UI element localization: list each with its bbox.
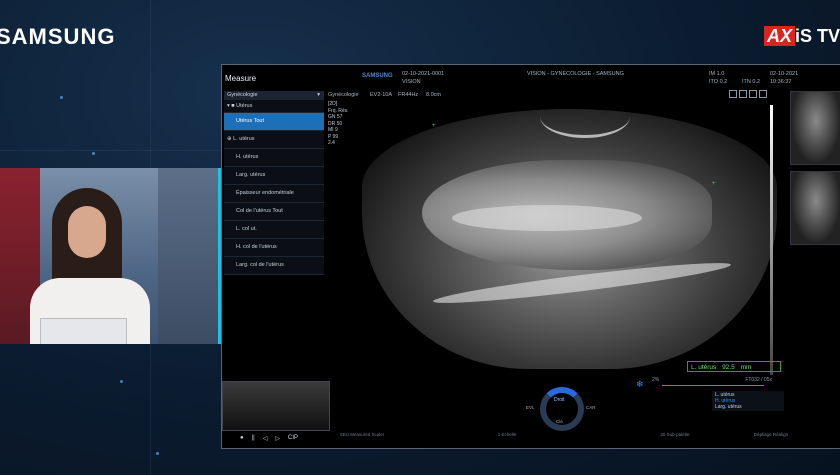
legend-item: Larg. utérus bbox=[715, 404, 742, 410]
menu-item-uterus-height[interactable]: H. utérus bbox=[224, 149, 324, 167]
menu-item-cervix-width[interactable]: Larg. col de l'utérus bbox=[224, 257, 324, 275]
ultrasound-screen: Measure SAMSUNG 02-10-2021-0001 VISION V… bbox=[221, 64, 840, 449]
menu-item-cervix-length[interactable]: L. col ut. bbox=[224, 221, 324, 239]
menu-item-uterus-width[interactable]: Larg. utérus bbox=[224, 167, 324, 185]
preset-dropdown-value: Gynécologie bbox=[227, 92, 258, 98]
thumbnail-image[interactable] bbox=[790, 91, 840, 165]
preset-label: Gynécologie bbox=[328, 92, 359, 98]
caliper-marker[interactable]: + bbox=[432, 123, 438, 129]
menu-item-endometrial-thickness[interactable]: Épaisseur endométriale bbox=[224, 185, 324, 203]
menu-item-cervix-height[interactable]: H. col de l'utérus bbox=[224, 239, 324, 257]
menu-item-uterus-length[interactable]: ⊕ L. utérus bbox=[224, 131, 324, 149]
im-value: IM 1.0 bbox=[709, 71, 725, 77]
menu-item-uterus-all[interactable]: Utérus Tout bbox=[224, 113, 324, 131]
tgc-left-label: 2% bbox=[652, 377, 660, 383]
background-dot bbox=[92, 152, 95, 155]
tgc-right-label: FT032 / 05x bbox=[745, 377, 772, 383]
thumbnail-image[interactable] bbox=[790, 171, 840, 245]
measurement-value: 92.5 bbox=[722, 364, 735, 371]
param: 2.4 bbox=[328, 140, 335, 146]
measure-title: Measure bbox=[225, 74, 257, 83]
laptop bbox=[40, 318, 127, 344]
exam-time: 10:36:37 bbox=[770, 79, 792, 85]
softkey-bar: SEU Measured Scaler 1 Echelle 20 Sub-pal… bbox=[222, 432, 840, 446]
measurement-unit: mm bbox=[740, 364, 752, 371]
softkey[interactable]: 20 Sub-palette bbox=[635, 432, 715, 437]
lock-icon[interactable] bbox=[749, 90, 757, 98]
probe-arc bbox=[540, 95, 630, 138]
ito-value: ITO 0.2 bbox=[709, 79, 728, 85]
samsung-small-logo: SAMSUNG bbox=[362, 73, 393, 79]
depth-scale bbox=[770, 105, 773, 375]
endometrium-image bbox=[452, 205, 642, 231]
presenter-face bbox=[68, 206, 106, 258]
chevron-down-icon: ▾ bbox=[317, 92, 320, 98]
mini-preview[interactable] bbox=[222, 381, 330, 431]
print-icon[interactable] bbox=[729, 90, 737, 98]
measurement-legend: L. utérus H. utérus Larg. utérus bbox=[712, 391, 784, 411]
trackball-dial[interactable]: Droit EVL CAR Clé bbox=[526, 383, 596, 431]
background-screen bbox=[158, 168, 218, 344]
menu-group-uterus[interactable]: ▾ ■ Utérus bbox=[224, 100, 324, 113]
freeze-icon[interactable]: ❄ bbox=[636, 379, 644, 390]
menu-item-label: L. utérus bbox=[233, 136, 255, 142]
patient-label: VISION bbox=[402, 79, 421, 85]
background-dot bbox=[156, 452, 159, 455]
dial-right-label: CAR bbox=[586, 405, 596, 410]
patient-id: 02-10-2021-0001 bbox=[402, 71, 445, 77]
dial-ring bbox=[540, 387, 584, 431]
exam-date: 02-10-2021 bbox=[770, 71, 799, 77]
samsung-logo: SAMSUNG bbox=[0, 24, 116, 49]
dial-center-label: Droit bbox=[554, 397, 565, 403]
toolbar-icons bbox=[729, 90, 767, 98]
axis-logo-part1: AX bbox=[763, 26, 795, 46]
menu-item-cervix-all[interactable]: Col de l'utérus Tout bbox=[224, 203, 324, 221]
probe-label: EV2-10A bbox=[370, 92, 393, 98]
tgc-bar: 2% FT032 / 05x bbox=[652, 377, 772, 386]
background-dot bbox=[120, 380, 123, 383]
presenter-video bbox=[0, 168, 221, 344]
softkey[interactable]: Dépliage Réalign bbox=[731, 432, 811, 437]
preset-dropdown[interactable]: Gynécologie ▾ bbox=[224, 91, 324, 100]
axis-tv-logo: AX iS TV bbox=[763, 26, 840, 47]
itn-value: ITN 0.2 bbox=[742, 79, 761, 85]
settings-icon[interactable] bbox=[759, 90, 767, 98]
dial-left-label: EVL bbox=[526, 405, 535, 410]
save-icon[interactable] bbox=[739, 90, 747, 98]
menu-group-label: Utérus bbox=[236, 103, 253, 109]
measure-menu: Gynécologie ▾ ▾ ■ Utérus Utérus Tout ⊕ L… bbox=[224, 91, 324, 281]
caliper-marker[interactable]: + bbox=[712, 181, 718, 187]
depth-label: 8.0cm bbox=[426, 92, 441, 98]
exam-header: VISION - GYNECOLOGIE - SAMSUNG bbox=[527, 71, 624, 77]
thumbnail-strip bbox=[790, 91, 840, 251]
softkey[interactable]: 1 Echelle bbox=[467, 432, 547, 437]
measurement-result: L. utérus 92.5 mm bbox=[687, 361, 781, 372]
imaging-parameters: [2D] Frq. Rés. GN 57 DR 50 MI 9 P 99 2.4 bbox=[328, 101, 349, 147]
axis-logo-part2: iS TV bbox=[794, 26, 840, 46]
measurement-label: L. utérus bbox=[691, 364, 717, 371]
ultrasound-topbar: Measure SAMSUNG 02-10-2021-0001 VISION V… bbox=[222, 65, 840, 91]
background-dot bbox=[60, 96, 63, 99]
dial-bottom-label: Clé bbox=[556, 419, 563, 424]
frame-rate: FR44Hz bbox=[398, 92, 419, 98]
softkey[interactable]: SEU Measured Scaler bbox=[322, 432, 402, 437]
tgc-line bbox=[662, 385, 764, 386]
